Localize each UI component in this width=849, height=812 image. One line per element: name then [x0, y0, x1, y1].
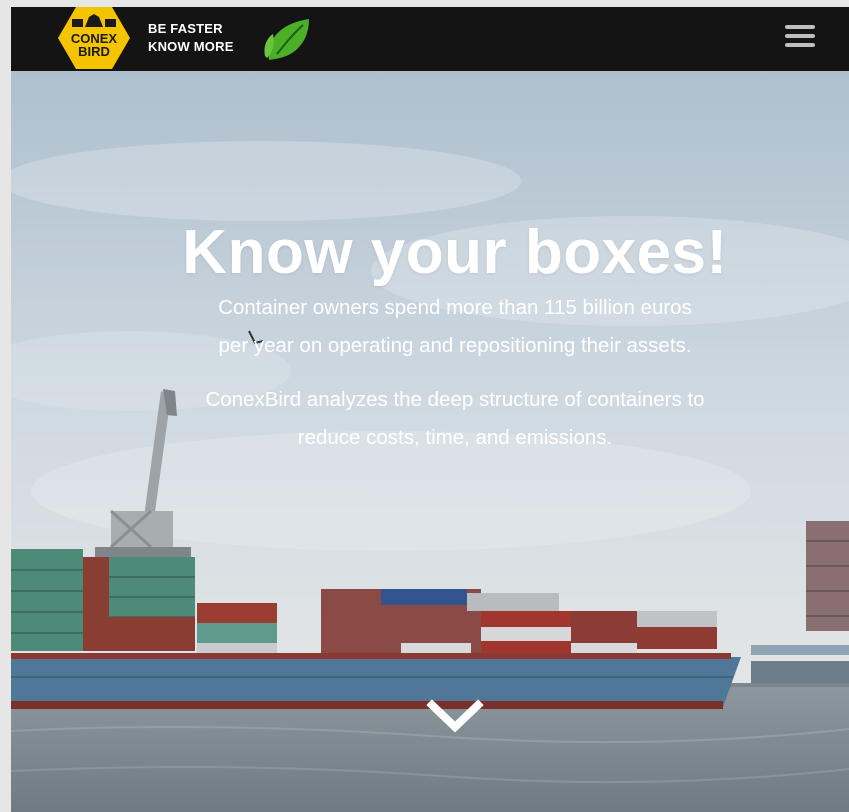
- menu-bar-middle: [785, 34, 815, 38]
- hero-paragraph-1-line-1: Container owners spend more than 115 bil…: [218, 296, 692, 319]
- hamburger-menu-icon[interactable]: [785, 25, 815, 53]
- logo-text-line2: BIRD: [78, 44, 110, 59]
- hero-title: Know your boxes!: [182, 217, 728, 287]
- container-ship: [11, 653, 741, 709]
- hero-paragraph-1-line-2: per year on operating and repositioning …: [218, 334, 692, 357]
- hero-paragraph-1: Container owners spend more than 115 bil…: [11, 289, 849, 365]
- menu-bar-top: [785, 25, 815, 29]
- slogan-line-2: KNOW MORE: [148, 39, 234, 54]
- slogan: BE FASTER KNOW MORE: [148, 20, 234, 56]
- chevron-down-icon[interactable]: [426, 697, 484, 737]
- page-frame: CONEX BIRD BE FASTER KNOW MORE Know your…: [11, 7, 849, 812]
- hero-paragraph-2-line-2: reduce costs, time, and emissions.: [297, 426, 613, 449]
- hero-paragraph-2-line-1: ConexBird analyzes the deep structure of…: [205, 388, 705, 411]
- hero-paragraph-2: ConexBird analyzes the deep structure of…: [11, 381, 849, 457]
- slogan-line-1: BE FASTER: [148, 21, 223, 36]
- leaf-icon: [264, 19, 309, 60]
- menu-bar-bottom: [785, 43, 815, 47]
- conexbird-logo[interactable]: CONEX BIRD: [58, 7, 130, 71]
- top-navigation-bar: CONEX BIRD BE FASTER KNOW MORE: [11, 7, 849, 71]
- hero-section: Know your boxes! Container owners spend …: [11, 71, 849, 812]
